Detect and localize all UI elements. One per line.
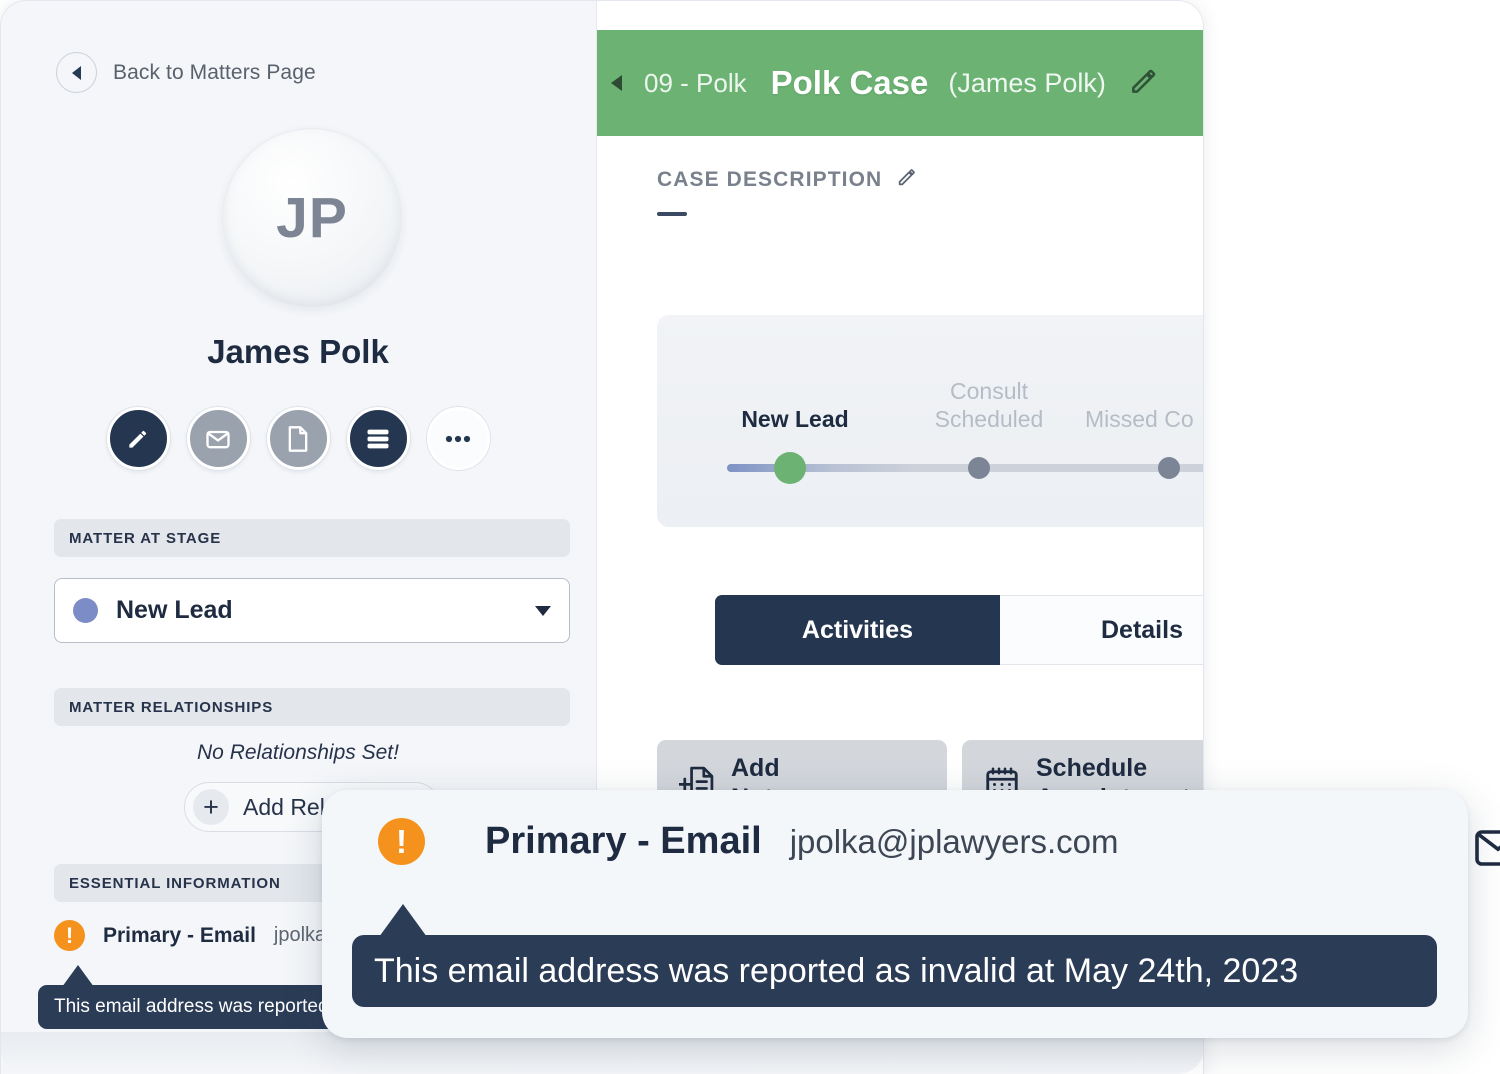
more-options-button[interactable] <box>426 407 490 470</box>
chevron-left-icon[interactable] <box>611 75 622 91</box>
chevron-down-icon[interactable] <box>535 605 551 616</box>
tooltip-small-arrow <box>62 965 94 987</box>
envelope-icon <box>1475 830 1500 866</box>
case-header-bar: 09 - Polk Polk Case (James Polk) <box>597 30 1204 136</box>
stage-node-1[interactable] <box>968 457 990 479</box>
stacked-bars-icon <box>367 429 389 448</box>
overlay-tooltip-arrow <box>379 904 427 937</box>
overlay-field-value: jpolka@jplawyers.com <box>789 822 1119 860</box>
tab-activities[interactable]: Activities <box>715 595 1000 665</box>
stage-node-2[interactable] <box>1158 457 1180 479</box>
exclamation-circle-icon: ! <box>54 920 85 951</box>
case-description-value <box>657 212 687 216</box>
case-title: Polk Case <box>770 64 929 101</box>
records-button[interactable] <box>346 407 410 470</box>
person-name: James Polk <box>207 333 389 370</box>
documents-button[interactable] <box>266 407 330 470</box>
window-bottom-edge <box>0 1032 1204 1074</box>
exclamation-circle-icon: ! <box>378 818 425 865</box>
document-icon <box>288 425 308 452</box>
send-email-button[interactable] <box>1474 828 1500 873</box>
overlay-field-row: ! Primary - Email jpolka@jplawyers.com <box>378 818 1118 865</box>
magnified-overlay-card: ! Primary - Email jpolka@jplawyers.com T… <box>322 790 1500 1038</box>
section-header-matter-relationships: MATTER RELATIONSHIPS <box>54 688 570 726</box>
back-link-label: Back to Matters Page <box>113 60 316 84</box>
stage-label-2: Missed Co <box>1085 406 1194 432</box>
stage-label-1-line1: Consult <box>950 378 1028 404</box>
avatar-initials: JP <box>276 186 348 250</box>
pencil-icon <box>1131 69 1156 93</box>
contact-action-buttons <box>0 407 596 470</box>
stage-color-dot <box>73 598 98 623</box>
case-description-label: CASE DESCRIPTION <box>657 167 883 191</box>
section-header-matter-at-stage: MATTER AT STAGE <box>54 519 570 557</box>
chevron-left-icon[interactable] <box>56 52 97 93</box>
back-to-matters-link[interactable]: Back to Matters Page <box>56 52 316 93</box>
ellipsis-icon <box>445 435 471 442</box>
edit-case-description-button[interactable] <box>896 166 918 193</box>
detail-tabs: Activities Details <box>715 595 1204 665</box>
case-number: 09 - Polk <box>644 67 747 98</box>
plus-icon: + <box>193 789 229 825</box>
essential-field-label: Primary - Email <box>103 923 256 947</box>
stage-select[interactable]: New Lead <box>54 578 570 643</box>
stage-label-1-line2: Scheduled <box>934 406 1044 432</box>
stage-label-0: New Lead <box>741 406 849 432</box>
stage-node-0[interactable] <box>774 452 806 484</box>
edit-contact-button[interactable] <box>106 407 170 470</box>
pencil-icon <box>899 169 916 186</box>
screen-root: Back to Matters Page JP James Polk MATTE… <box>0 0 1500 1074</box>
tab-details[interactable]: Details <box>1000 595 1204 665</box>
email-contact-button[interactable] <box>186 407 250 470</box>
case-description-header: CASE DESCRIPTION <box>657 166 918 193</box>
case-client: (James Polk) <box>948 67 1106 98</box>
envelope-icon <box>206 430 230 448</box>
overlay-field-label: Primary - Email <box>485 820 762 862</box>
no-relationships-message: No Relationships Set! <box>197 741 399 764</box>
overlay-tooltip: This email address was reported as inval… <box>352 935 1437 1007</box>
pencil-icon <box>129 430 147 448</box>
stage-selected-label: New Lead <box>116 596 233 624</box>
stage-tracker-labels: New Lead Consult Scheduled Missed Co <box>657 315 1204 435</box>
edit-case-button[interactable] <box>1128 65 1160 102</box>
stage-tracker: New Lead Consult Scheduled Missed Co <box>657 315 1204 527</box>
avatar: JP <box>222 128 402 308</box>
